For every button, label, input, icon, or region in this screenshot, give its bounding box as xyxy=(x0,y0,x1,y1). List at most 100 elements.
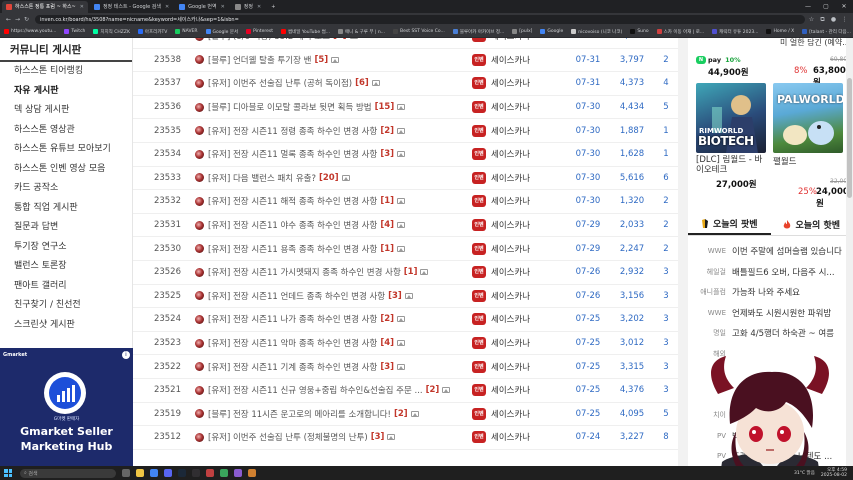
ad-banner[interactable]: Gmarket i G마켓 판매자 Gmarket Seller Marketi… xyxy=(0,348,133,466)
post-title[interactable]: [유저] 전장 시즌11 언데드 종족 하수인 변경 사항 xyxy=(208,290,385,302)
post-row[interactable]: 23538 [블루] 언더웰 탈출 투기장 밴 [5] 인벤 세이스카나 07-31 3,7… xyxy=(133,49,678,73)
bookmark-item[interactable]: [pulx] xyxy=(512,29,532,34)
post-title-cell[interactable]: [블루] 디아블로 이모탈 콜라보 뒷면 획득 방법 [15] xyxy=(195,101,472,113)
hot-post-item[interactable]: 명일 고화 4/5행더 하숙관 ~ 여름 xyxy=(688,323,853,344)
hot-post-item[interactable]: WWE 언제봐도 시원시원한 파워밤 xyxy=(688,303,853,324)
close-icon[interactable]: ✕ xyxy=(165,4,169,10)
post-title[interactable]: [유저] 이번주 선술집 난투 (공허 독이점) xyxy=(208,77,352,89)
post-title[interactable]: [유저] 전장 시즌11 기계 종족 하수인 변경 사항 xyxy=(208,361,377,373)
post-title[interactable]: [유저] 전장 시즌11 용족 종족 하수인 변경 사항 xyxy=(208,243,377,255)
browser-tab[interactable]: 하스스톤 정통 포럼 ~ 하스~ ✕ xyxy=(2,0,88,13)
menu-icon[interactable]: ⋮ xyxy=(840,16,849,23)
sidebar-item[interactable]: 덱 상담 게시판 xyxy=(0,101,132,121)
post-row[interactable]: 23523 [유저] 전장 시즌11 악마 종족 하수인 변경 사항 [4] 인벤 세이… xyxy=(133,332,678,356)
post-author[interactable]: 인벤 세이스카나 xyxy=(472,289,566,302)
post-author[interactable]: 인벤 세이스카나 xyxy=(472,124,566,137)
post-title[interactable]: [유저] 다음 밸런스 패치 유출? xyxy=(208,172,316,184)
comment-count[interactable]: [2] xyxy=(394,409,408,419)
post-author[interactable]: 인벤 세이스카나 xyxy=(472,407,566,420)
bookmark-item[interactable]: Google 문서 xyxy=(205,29,238,35)
close-icon[interactable]: ✕ xyxy=(80,4,84,10)
app-icon[interactable] xyxy=(234,469,242,477)
post-author[interactable]: 인벤 세이스카나 xyxy=(472,53,566,66)
new-tab-button[interactable]: + xyxy=(267,1,279,13)
task-view-icon[interactable] xyxy=(122,469,130,477)
bookmark-item[interactable]: NAVER xyxy=(175,29,198,34)
comment-count[interactable]: [1] xyxy=(380,196,394,206)
post-title[interactable]: [유저] 전장 시즌11 가시멧돼지 종족 하수인 변경 사항 xyxy=(208,266,401,278)
post-row[interactable]: 23539[블루] (8/6 적용) 33.2 패치 노트[8]인벤세이스카나0… xyxy=(133,38,678,49)
extensions-icon[interactable]: ⧉ xyxy=(818,16,827,24)
comment-count[interactable]: [15] xyxy=(375,102,395,112)
post-title-cell[interactable]: [유저] 전장 시즌11 멀록 종족 하수인 변경 사항 [3] xyxy=(195,148,472,160)
sidebar-item[interactable]: 하스스톤 영상관 xyxy=(0,121,132,141)
post-row[interactable]: 23525 [유저] 전장 시즌11 언데드 종족 하수인 변경 사항 [3] 인벤 세… xyxy=(133,285,678,309)
bookmark-item[interactable]: 아프리카TV xyxy=(137,29,167,35)
post-title[interactable]: [블루] (8/6 적용) 33.2 패치 노트 xyxy=(208,38,330,42)
post-row[interactable]: 23530 [유저] 전장 시즌11 용족 종족 하수인 변경 사항 [1] 인벤 세이… xyxy=(133,237,678,261)
post-row[interactable]: 23534 [유저] 전장 시즌11 멀록 종족 하수인 변경 사항 [3] 인벤 세이… xyxy=(133,143,678,167)
bookmark-item[interactable]: Twitch xyxy=(64,29,85,34)
post-title[interactable]: [블루] 언더웰 탈출 투기장 밴 xyxy=(208,54,311,66)
sidebar-item[interactable]: 카드 공작소 xyxy=(0,179,132,199)
comment-count[interactable]: [1] xyxy=(380,244,394,254)
game-thumbnail-rimworld[interactable]: RIMWORLD BIOTECH xyxy=(696,83,766,153)
sidebar-item[interactable]: 하스스톤 티어랭킹 xyxy=(0,62,132,82)
sidebar-item[interactable]: 스크린샷 게시판 xyxy=(0,316,132,336)
post-title-cell[interactable]: [유저] 전장 시즌11 기계 종족 하수인 변경 사항 [3] xyxy=(195,361,472,373)
post-author[interactable]: 인벤 세이스카나 xyxy=(472,171,566,184)
sidebar-item[interactable]: 하스스톤 인벤 영상 모음 xyxy=(0,160,132,180)
bookmark-item[interactable]: 치지직 CHZZK xyxy=(93,29,130,35)
post-row[interactable]: 23531 [유저] 전장 시즌11 야수 종족 하수인 변경 사항 [4] 인벤 세이… xyxy=(133,214,678,238)
browser-tab[interactable]: 정정 ✕ xyxy=(231,1,265,13)
post-author[interactable]: 인벤 세이스카나 xyxy=(472,266,566,279)
post-author[interactable]: 인벤 세이스카나 xyxy=(472,360,566,373)
post-title-cell[interactable]: [유저] 전장 시즌11 야수 종족 하수인 변경 사항 [4] xyxy=(195,219,472,231)
sidebar-item[interactable]: 질문과 답변 xyxy=(0,218,132,238)
post-title[interactable]: [유저] 전장 시즌11 멀록 종족 하수인 변경 사항 xyxy=(208,148,377,160)
comment-count[interactable]: [3] xyxy=(388,291,402,301)
post-title-cell[interactable]: [유저] 전장 시즌11 언데드 종족 하수인 변경 사항 [3] xyxy=(195,290,472,302)
post-row[interactable]: 23536 [블루] 디아블로 이모탈 콜라보 뒷면 획득 방법 [15] 인벤 세이스… xyxy=(133,96,678,120)
comment-count[interactable]: [4] xyxy=(380,220,394,230)
sidebar-item[interactable]: 통합 직업 게시판 xyxy=(0,199,132,219)
post-row[interactable]: 23521 [유저] 전장 시즌11 신규 영웅+중립 하수인&선술집 주문 ..… xyxy=(133,379,678,403)
sidebar-item[interactable]: 투기장 연구소 xyxy=(0,238,132,258)
post-title[interactable]: [유저] 전장 시즌11 악마 종족 하수인 변경 사항 xyxy=(208,337,377,349)
comment-count[interactable]: [3] xyxy=(371,432,385,442)
obs-icon[interactable] xyxy=(192,469,200,477)
tab-today-potven[interactable]: 오늘의 팟벤 xyxy=(688,213,771,235)
post-title[interactable]: [유저] 전장 시즌11 나가 종족 하수인 변경 사항 xyxy=(208,313,377,325)
product-name[interactable]: 미 얼한 담긴 (예약... xyxy=(780,38,850,48)
hot-post-title[interactable]: 고화 4/5행더 하숙관 ~ 여름 xyxy=(732,327,834,339)
comment-count[interactable]: [8] xyxy=(333,38,347,41)
post-row[interactable]: 23524 [유저] 전장 시즌11 나가 종족 하수인 변경 사항 [2] 인벤 세이… xyxy=(133,308,678,332)
sidebar-item[interactable]: 밸런스 토론장 xyxy=(0,257,132,277)
bookmark-item[interactable]: https://www.youtu... xyxy=(4,29,56,34)
hot-post-item[interactable]: 애니플컴 가능좌 나와 주세요 xyxy=(688,282,853,303)
profile-icon[interactable]: ● xyxy=(829,16,838,23)
hot-post-title[interactable]: 이번 주말에 섬머슬램 있습니다 xyxy=(732,245,842,257)
post-row[interactable]: 23532 [유저] 전장 시즌11 해적 종족 하수인 변경 사항 [1] 인벤 세이… xyxy=(133,190,678,214)
bookmark-item[interactable]: Pinterest xyxy=(246,29,273,34)
minimize-icon[interactable]: — xyxy=(799,3,817,10)
sidebar-item[interactable]: 친구찾기 / 친선전 xyxy=(0,296,132,316)
chrome-icon[interactable] xyxy=(150,469,158,477)
scroll-thumb[interactable] xyxy=(847,78,852,198)
maximize-icon[interactable]: ▢ xyxy=(817,3,835,10)
forward-icon[interactable]: → xyxy=(13,16,22,23)
bookmark-item[interactable]: Home / X xyxy=(766,29,794,34)
comment-count[interactable]: [2] xyxy=(380,314,394,324)
post-row[interactable]: 23537 [유저] 이번주 선술집 난투 (공허 독이점) [6] 인벤 세이스카나 0… xyxy=(133,72,678,96)
discord-icon[interactable] xyxy=(164,469,172,477)
url-input[interactable]: inven.co.kr/board/hs/3508?name=nicname&k… xyxy=(35,15,805,24)
game-name[interactable]: [DLC] 림월드 - 바이오테크 xyxy=(696,155,768,175)
comment-count[interactable]: [3] xyxy=(380,362,394,372)
post-title-cell[interactable]: [유저] 전장 시즌11 신규 영웅+중립 하수인&선술집 주문 ... [2] xyxy=(195,384,472,396)
comment-count[interactable]: [1] xyxy=(404,267,418,277)
post-author[interactable]: 인벤 세이스카나 xyxy=(472,384,566,397)
post-title[interactable]: [유저] 전장 시즌11 정령 종족 하수인 변경 사항 xyxy=(208,125,377,137)
app-icon[interactable] xyxy=(206,469,214,477)
bookmark-item[interactable]: [talant - 관리 다음... xyxy=(802,29,851,35)
bookmark-item[interactable]: 캐릭터 유튜 2023... xyxy=(712,29,758,35)
